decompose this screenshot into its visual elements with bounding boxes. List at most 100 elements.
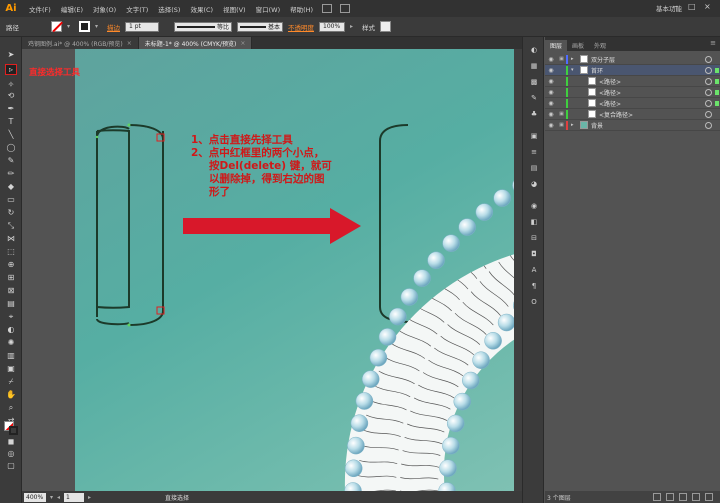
gradient-tool-icon[interactable]: ▤ bbox=[5, 298, 17, 309]
graphic-styles-icon[interactable]: ▣ bbox=[529, 131, 539, 141]
stroke-swatch[interactable] bbox=[79, 21, 90, 32]
tab-layers[interactable]: 图层 bbox=[545, 40, 568, 51]
menu-select[interactable]: 选择(S) bbox=[153, 4, 185, 14]
opentype-panel-icon[interactable]: O bbox=[529, 297, 539, 307]
pathfinder-icon[interactable]: ◘ bbox=[529, 249, 539, 259]
menu-help[interactable]: 帮助(H) bbox=[285, 4, 318, 14]
expand-icon[interactable]: ▸ bbox=[571, 122, 577, 128]
eye-icon[interactable]: ◉ bbox=[545, 100, 557, 107]
slice-tool-icon[interactable]: ⌿ bbox=[5, 376, 17, 387]
locate-object-icon[interactable] bbox=[653, 493, 661, 501]
lasso-tool-icon[interactable]: ⟲ bbox=[5, 90, 17, 101]
layer-row[interactable]: ◉ ▣ <复合路径> bbox=[545, 109, 720, 120]
menu-edit[interactable]: 编辑(E) bbox=[56, 4, 88, 14]
close-tab-icon[interactable]: × bbox=[240, 40, 245, 47]
close-button[interactable]: × bbox=[704, 2, 711, 11]
tab-artboards[interactable]: 画板 bbox=[567, 40, 589, 51]
mesh-tool-icon[interactable]: ⊠ bbox=[5, 285, 17, 296]
lock-icon[interactable]: ▣ bbox=[557, 56, 566, 62]
layer-row[interactable]: ◉ <路径> bbox=[545, 76, 720, 87]
pencil-tool-icon[interactable]: ✏ bbox=[5, 168, 17, 179]
gradient-panel-icon[interactable]: ▤ bbox=[529, 163, 539, 173]
pen-tool-icon[interactable]: ✒ bbox=[5, 103, 17, 114]
draw-mode-icon[interactable]: ◎ bbox=[5, 448, 17, 459]
menu-effect[interactable]: 效果(C) bbox=[185, 4, 218, 14]
opacity-field[interactable]: 100% bbox=[319, 21, 345, 32]
target-icon[interactable] bbox=[705, 55, 712, 63]
tab-document-2[interactable]: 未标题-1* @ 400% (CMYK/预览) × bbox=[138, 37, 253, 49]
width-tool-icon[interactable]: ⋈ bbox=[5, 233, 17, 244]
selection-tool-icon[interactable]: ➤ bbox=[5, 49, 17, 60]
zoom-field[interactable]: 400% bbox=[24, 492, 46, 502]
blob-brush-tool-icon[interactable]: ◆ bbox=[5, 181, 17, 192]
make-clipping-mask-icon[interactable] bbox=[666, 493, 674, 501]
eyedropper-tool-icon[interactable]: ⌖ bbox=[5, 311, 17, 322]
symbols-panel-icon[interactable]: ♣ bbox=[529, 109, 539, 119]
magic-wand-tool-icon[interactable]: ✧ bbox=[5, 79, 17, 90]
artboard[interactable] bbox=[75, 49, 515, 491]
paintbrush-tool-icon[interactable]: ✎ bbox=[5, 155, 17, 166]
stroke-panel-icon[interactable]: ≡ bbox=[529, 147, 539, 157]
chevron-down-icon[interactable]: ▾ bbox=[95, 23, 102, 30]
variable-width-profile[interactable]: 等比 bbox=[174, 21, 232, 32]
screen-mode-icon[interactable]: ▢ bbox=[5, 460, 17, 471]
eye-icon[interactable]: ◉ bbox=[545, 67, 557, 74]
eraser-tool-icon[interactable]: ▭ bbox=[5, 194, 17, 205]
scale-tool-icon[interactable]: ⤡ bbox=[5, 220, 17, 231]
panel-menu-icon[interactable]: ≡ bbox=[710, 39, 716, 47]
maximize-button[interactable]: □ bbox=[688, 2, 696, 11]
target-icon[interactable] bbox=[705, 88, 712, 96]
layer-row[interactable]: ◉ <路径> bbox=[545, 87, 720, 98]
menu-view[interactable]: 视图(V) bbox=[218, 4, 251, 14]
target-icon[interactable] bbox=[705, 121, 712, 129]
layer-row[interactable]: ◉ <路径> bbox=[545, 98, 720, 109]
appearance-panel-icon[interactable]: ◉ bbox=[529, 201, 539, 211]
eye-icon[interactable]: ◉ bbox=[545, 122, 557, 129]
bridge-icon[interactable] bbox=[322, 4, 333, 13]
target-icon[interactable] bbox=[705, 110, 712, 118]
align-panel-icon[interactable]: ⊟ bbox=[529, 233, 539, 243]
delete-layer-icon[interactable] bbox=[705, 493, 713, 501]
ellipse-tool-icon[interactable]: ◯ bbox=[5, 142, 17, 153]
target-icon[interactable] bbox=[705, 66, 712, 74]
eye-icon[interactable]: ◉ bbox=[545, 89, 557, 96]
menu-file[interactable]: 文件(F) bbox=[24, 4, 56, 14]
color-guide-icon[interactable]: ▦ bbox=[529, 61, 539, 71]
target-icon[interactable] bbox=[705, 99, 712, 107]
next-artboard-icon[interactable]: ▸ bbox=[88, 494, 91, 501]
target-icon[interactable] bbox=[705, 77, 712, 85]
type-tool-icon[interactable]: T bbox=[5, 116, 17, 127]
layer-row[interactable]: ◉ ▣ ▸ 背景 bbox=[545, 120, 720, 131]
zoom-tool-icon[interactable]: ⌕ bbox=[5, 402, 17, 413]
chevron-down-icon[interactable]: ▾ bbox=[50, 494, 53, 501]
shape-builder-tool-icon[interactable]: ⊕ bbox=[5, 259, 17, 270]
lock-icon[interactable]: ▣ bbox=[557, 122, 566, 128]
fill-stroke-icon[interactable] bbox=[4, 421, 18, 435]
layer-row[interactable]: ◉ ▣ ▸ 双分子层 bbox=[545, 54, 720, 65]
eye-icon[interactable]: ◉ bbox=[545, 111, 557, 118]
close-tab-icon[interactable]: × bbox=[127, 40, 132, 47]
chevron-right-icon[interactable]: ▸ bbox=[350, 23, 357, 30]
symbol-sprayer-tool-icon[interactable]: ✺ bbox=[5, 337, 17, 348]
layers-panel-icon[interactable]: ◧ bbox=[529, 217, 539, 227]
menu-window[interactable]: 窗口(W) bbox=[251, 4, 286, 14]
expand-icon[interactable]: ▸ bbox=[571, 56, 577, 62]
transparency-panel-icon[interactable]: ◕ bbox=[529, 179, 539, 189]
eye-icon[interactable]: ◉ bbox=[545, 78, 557, 85]
artboard-tool-icon[interactable]: ▣ bbox=[5, 363, 17, 374]
perspective-grid-tool-icon[interactable]: ⊞ bbox=[5, 272, 17, 283]
lock-icon[interactable]: ▣ bbox=[557, 111, 566, 117]
direct-selection-tool-icon[interactable]: ▹ bbox=[5, 64, 17, 75]
color-panel-icon[interactable]: ◐ bbox=[529, 45, 539, 55]
tab-appearance[interactable]: 外观 bbox=[589, 40, 611, 51]
column-graph-tool-icon[interactable]: ▥ bbox=[5, 350, 17, 361]
first-artboard-icon[interactable]: ◂ bbox=[57, 494, 60, 501]
stroke-weight-field[interactable]: 1 pt bbox=[125, 21, 159, 32]
menu-type[interactable]: 文字(T) bbox=[121, 4, 153, 14]
new-sublayer-icon[interactable] bbox=[679, 493, 687, 501]
fill-swatch[interactable] bbox=[51, 21, 62, 32]
minimize-button[interactable]: − bbox=[672, 2, 679, 11]
paragraph-panel-icon[interactable]: ¶ bbox=[529, 281, 539, 291]
tab-document-1[interactable]: 鸡钢图例.ai* @ 400% (RGB/预览) × bbox=[22, 37, 139, 49]
swatches-panel-icon[interactable]: ▩ bbox=[529, 77, 539, 87]
